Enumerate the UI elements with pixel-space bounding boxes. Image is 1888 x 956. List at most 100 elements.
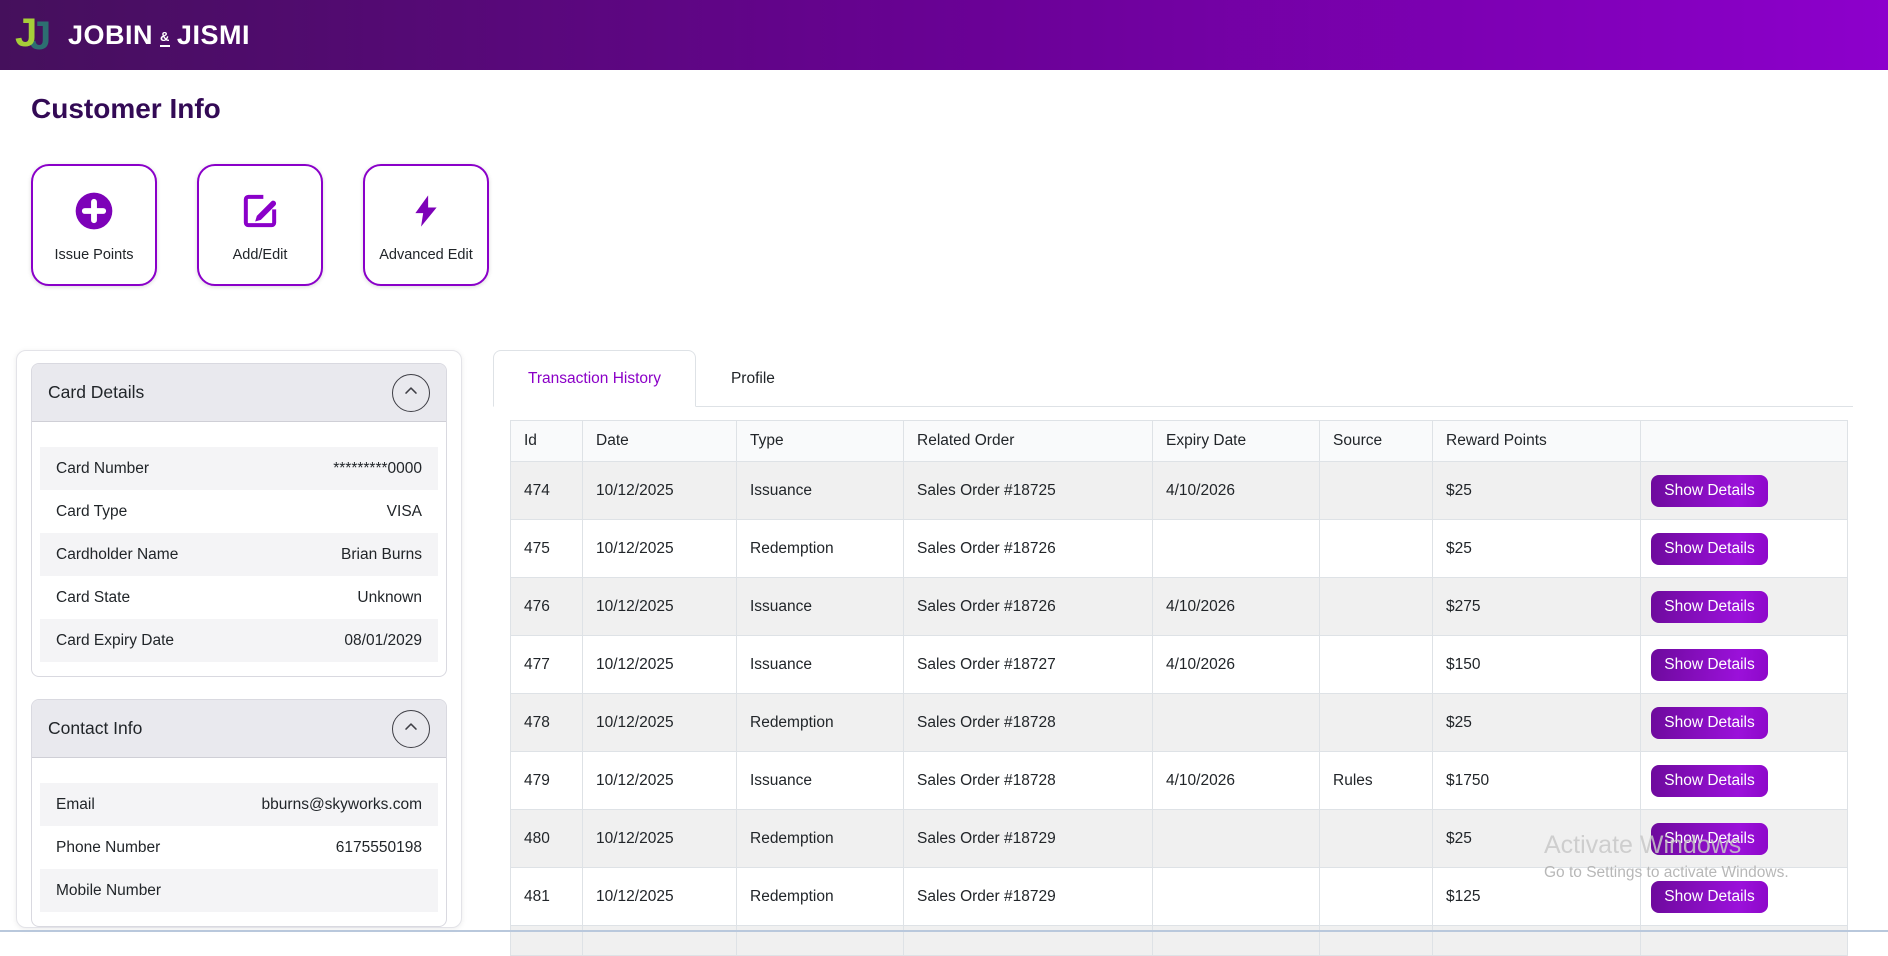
tab-profile[interactable]: Profile [696,350,810,407]
show-details-button[interactable]: Show Details [1651,533,1768,565]
info-label: Card Number [56,460,149,478]
cell-type: Redemption [737,810,904,868]
brand-second: JISMI [177,20,250,51]
table-header-row: IdDateTypeRelated OrderExpiry DateSource… [511,421,1848,462]
table-row: 48110/12/2025RedemptionSales Order #1872… [511,868,1848,926]
right-region: Transaction HistoryProfile IdDateTypeRel… [493,350,1853,956]
cell-expiry-date [1153,520,1320,578]
info-value: 08/01/2029 [344,632,422,650]
show-details-button[interactable]: Show Details [1651,591,1768,623]
cell-expiry-date: 4/10/2026 [1153,462,1320,520]
action-card-label: Advanced Edit [379,247,473,263]
cell-actions: Show Details [1641,520,1848,578]
cell-date: 10/12/2025 [583,578,737,636]
info-row-card-type: Card Type VISA [40,490,438,533]
cell-actions: Show Details [1641,462,1848,520]
cell-expiry-date [1153,868,1320,926]
info-label: Cardholder Name [56,546,178,564]
info-row-email: Email bburns@skyworks.com [40,783,438,826]
info-row-cardholder-name: Cardholder NameBrian Burns [40,533,438,576]
cell-reward-points: $150 [1433,636,1641,694]
info-label: Mobile Number [56,882,161,900]
cell-related-order: Sales Order #18726 [904,520,1153,578]
collapse-toggle-button[interactable] [392,374,430,412]
edit-square-icon [240,188,280,234]
info-label: Email [56,796,95,814]
column-header-date: Date [583,421,737,462]
table-row: 47610/12/2025IssuanceSales Order #187264… [511,578,1848,636]
cell-related-order: Sales Order #18729 [904,868,1153,926]
cell-actions: Show Details [1641,810,1848,868]
info-label: Card Type [56,503,127,521]
info-value: Unknown [357,589,422,607]
info-value: 6175550198 [336,839,422,857]
panel-contact-info: Contact InfoEmailbburns@skyworks.comPhon… [31,699,447,927]
info-row-card-number: Card Number*********0000 [40,447,438,490]
left-panel: Card DetailsCard Number*********0000Card… [16,350,462,928]
lightning-bolt-icon [409,188,443,234]
cell-source [1320,462,1433,520]
brand: J J JOBIN & JISMI [14,12,250,58]
cell-source [1320,694,1433,752]
show-details-button[interactable]: Show Details [1651,707,1768,739]
cell-id: 477 [511,636,583,694]
cell-actions: Show Details [1641,868,1848,926]
plus-circle-icon [72,188,116,234]
cell-related-order: Sales Order #18725 [904,462,1153,520]
cell-date: 10/12/2025 [583,810,737,868]
action-card-advanced-edit[interactable]: Advanced Edit [363,164,489,286]
table-row: 47710/12/2025IssuanceSales Order #187274… [511,636,1848,694]
tab-bar: Transaction HistoryProfile [493,350,1853,407]
transaction-table-wrap: IdDateTypeRelated OrderExpiry DateSource… [510,420,1853,956]
show-details-button[interactable]: Show Details [1651,649,1768,681]
action-card-add-edit[interactable]: Add/Edit [197,164,323,286]
cell-id: 475 [511,520,583,578]
table-row: 47510/12/2025RedemptionSales Order #1872… [511,520,1848,578]
panel-title: Contact Info [48,718,142,739]
app-header: J J JOBIN & JISMI [0,0,1888,70]
panel-body: Card Number*********0000Card TypeVISACar… [32,422,446,676]
cell-id: 478 [511,694,583,752]
cell-reward-points: $125 [1433,868,1641,926]
cell-reward-points: $1750 [1433,752,1641,810]
cell-type: Issuance [737,462,904,520]
table-row: 47410/12/2025IssuanceSales Order #187254… [511,462,1848,520]
tab-transaction-history[interactable]: Transaction History [493,350,696,407]
panel-title: Card Details [48,382,144,403]
table-row: 48010/12/2025RedemptionSales Order #1872… [511,810,1848,868]
cell-type: Issuance [737,578,904,636]
cell-id: 476 [511,578,583,636]
cell-type: Issuance [737,636,904,694]
page-title: Customer Info [31,93,221,125]
show-details-button[interactable]: Show Details [1651,823,1768,855]
cell-type: Redemption [737,520,904,578]
info-label: Card Expiry Date [56,632,174,650]
show-details-button[interactable]: Show Details [1651,881,1768,913]
cell-date: 10/12/2025 [583,462,737,520]
info-value: VISA [387,503,422,521]
cell-source [1320,810,1433,868]
cell-expiry-date [1153,810,1320,868]
cell-date: 10/12/2025 [583,636,737,694]
jj-logo-icon: J J [14,12,60,58]
cell-date: 10/12/2025 [583,868,737,926]
cell-related-order: Sales Order #18728 [904,694,1153,752]
cell-id: 480 [511,810,583,868]
collapse-toggle-button[interactable] [392,710,430,748]
chevron-up-icon [401,381,421,404]
action-card-label: Issue Points [55,247,134,263]
cell-id: 481 [511,868,583,926]
cell-expiry-date: 4/10/2026 [1153,636,1320,694]
cell-related-order: Sales Order #18728 [904,752,1153,810]
column-header-expiry-date: Expiry Date [1153,421,1320,462]
cell-date: 10/12/2025 [583,520,737,578]
cell-source: Rules [1320,752,1433,810]
panel-header: Contact Info [32,700,446,758]
show-details-button[interactable]: Show Details [1651,475,1768,507]
panel-body: Emailbburns@skyworks.comPhone Number6175… [32,758,446,926]
info-value: bburns@skyworks.com [262,796,422,814]
action-card-issue-points[interactable]: Issue Points [31,164,157,286]
brand-ampersand: & [160,29,170,47]
show-details-button[interactable]: Show Details [1651,765,1768,797]
column-header-related-order: Related Order [904,421,1153,462]
